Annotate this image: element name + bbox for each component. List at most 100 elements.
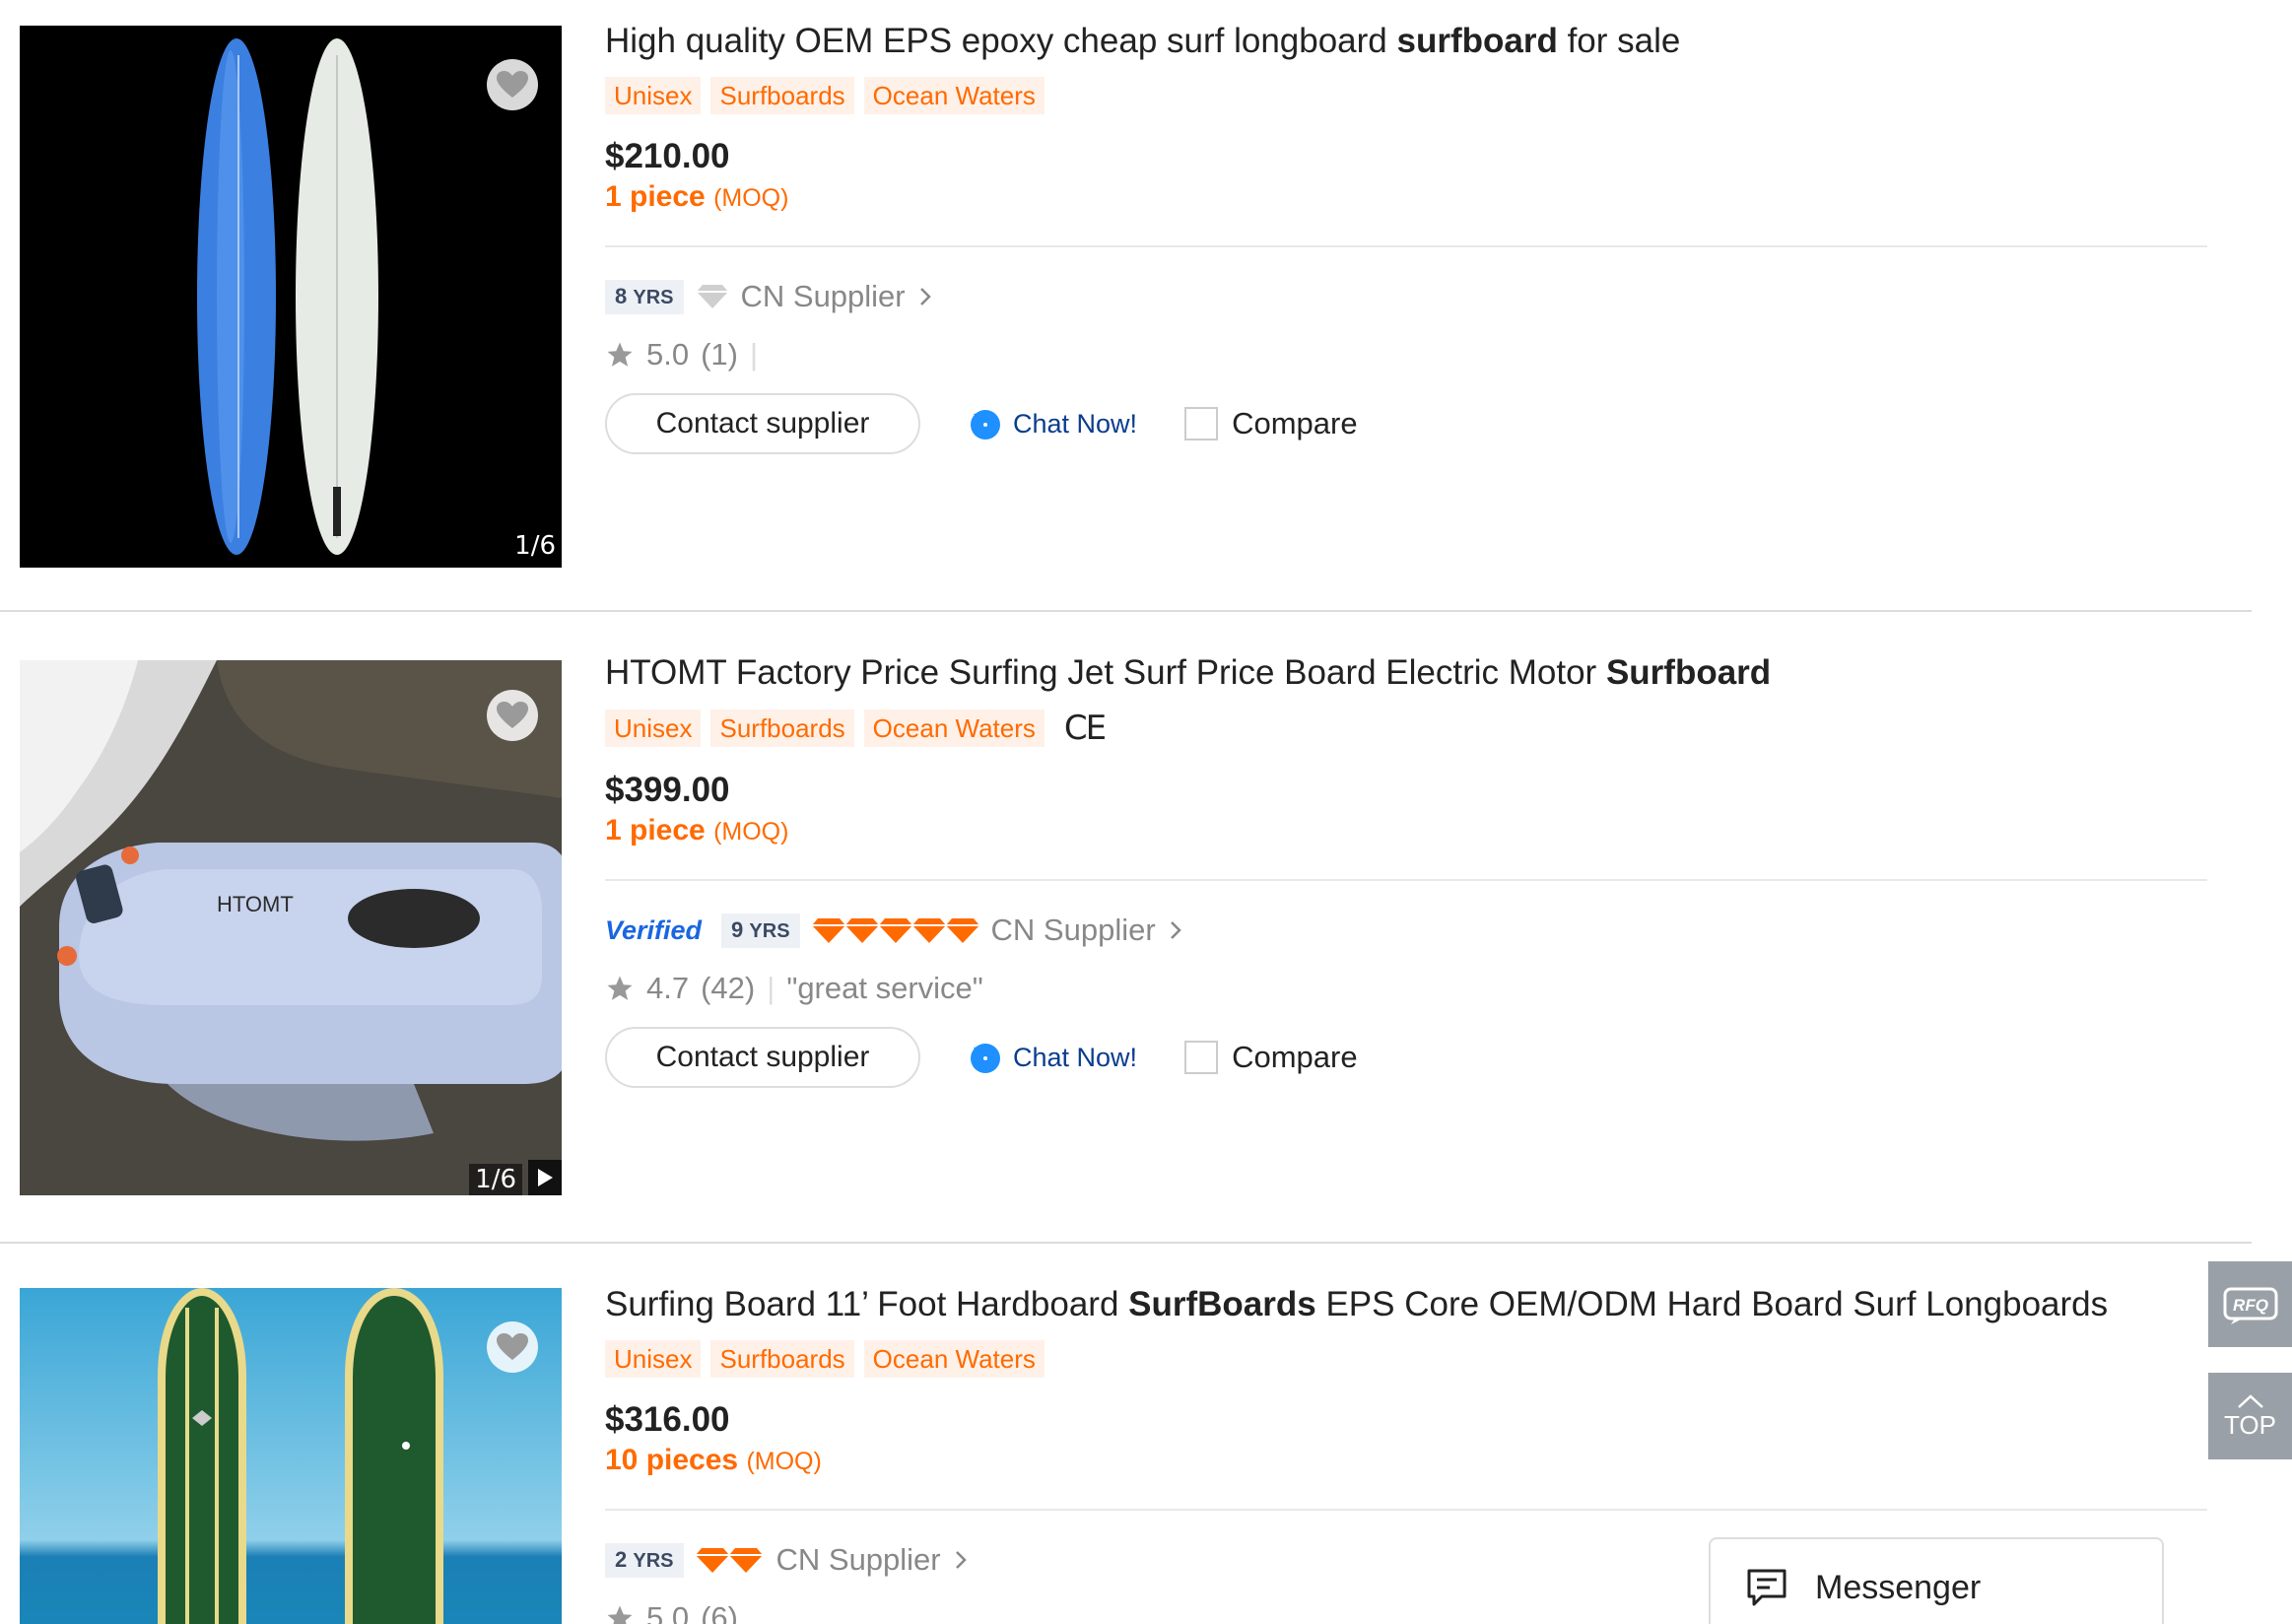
rfq-icon: RFQ [2223, 1287, 2277, 1324]
back-to-top-button[interactable]: TOP [2208, 1373, 2292, 1459]
chevron-right-icon[interactable] [917, 285, 933, 308]
contact-supplier-button[interactable]: Contact supplier [605, 393, 920, 454]
supplier-country[interactable]: CN Supplier [991, 913, 1156, 948]
years-badge: 8 YRS [605, 279, 684, 314]
title-keyword: surfboard [1396, 22, 1558, 60]
action-row: Contact supplier Chat Now! Compare [605, 393, 2207, 454]
product-image[interactable]: 1/6 [20, 26, 562, 568]
messenger-label: Messenger [1815, 1568, 1982, 1606]
price: $316.00 [605, 1400, 730, 1439]
rfq-button[interactable]: RFQ [2208, 1261, 2292, 1347]
tag-ocean-waters[interactable]: Ocean Waters [863, 1340, 1045, 1378]
tag-surfboards[interactable]: Surfboards [710, 1340, 854, 1378]
image-counter: 1/6 [469, 1164, 522, 1195]
review-count[interactable]: (6) [701, 1597, 738, 1624]
star-icon [607, 342, 633, 367]
tag-unisex[interactable]: Unisex [605, 710, 702, 747]
top-label: TOP [2224, 1409, 2276, 1440]
supplier-country[interactable]: CN Supplier [741, 279, 906, 314]
divider [605, 879, 2207, 881]
rating-score: 5.0 [646, 1600, 690, 1624]
tag-list: Unisex Surfboards Ocean Waters [605, 77, 2207, 114]
chat-now-link[interactable]: Chat Now! [968, 1040, 1137, 1075]
price: $210.00 [605, 137, 730, 175]
review-count[interactable]: (1) [701, 334, 738, 375]
play-video-icon[interactable] [528, 1160, 562, 1195]
chat-bubble-icon [971, 1044, 1000, 1073]
review-quote: "great service" [786, 971, 983, 1005]
surfboards-image [20, 26, 562, 568]
tag-ocean-waters[interactable]: Ocean Waters [863, 710, 1045, 747]
review-count[interactable]: (42) [701, 968, 755, 1009]
green-surfboards-image [20, 1288, 562, 1624]
compare-checkbox[interactable] [1184, 407, 1219, 440]
chat-now-label: Chat Now! [1013, 408, 1138, 439]
message-icon [1747, 1569, 1786, 1606]
supplier-diamond-rating-icon [811, 918, 979, 943]
contact-supplier-button[interactable]: Contact supplier [605, 1027, 920, 1088]
separator-bar: | [767, 971, 775, 1005]
image-counter: 1/6 [514, 531, 556, 561]
favorite-heart-icon[interactable] [487, 690, 538, 741]
ce-certification-icon: CE [1063, 709, 1107, 748]
tag-ocean-waters[interactable]: Ocean Waters [863, 77, 1045, 114]
title-text: High quality OEM EPS epoxy cheap surf lo… [605, 22, 1397, 60]
chat-now-label: Chat Now! [1013, 1042, 1138, 1072]
star-icon [607, 976, 633, 1000]
years-number: 9 [731, 916, 744, 942]
tag-unisex[interactable]: Unisex [605, 1340, 702, 1378]
compare-toggle[interactable]: Compare [1184, 1040, 1358, 1075]
compare-toggle[interactable]: Compare [1184, 406, 1358, 441]
supplier-diamond-rating-icon [695, 1548, 765, 1573]
divider [605, 1509, 2207, 1511]
favorite-heart-icon[interactable] [487, 1321, 538, 1373]
favorite-heart-icon[interactable] [487, 59, 538, 110]
chevron-right-icon[interactable] [953, 1548, 969, 1572]
product-title[interactable]: HTOMT Factory Price Surfing Jet Surf Pri… [605, 649, 2207, 697]
compare-checkbox[interactable] [1184, 1041, 1219, 1074]
product-info: HTOMT Factory Price Surfing Jet Surf Pri… [605, 649, 2207, 1088]
compare-label: Compare [1232, 406, 1358, 440]
moq: 1 piece (MOQ) [605, 177, 2207, 218]
moq-quantity: 1 piece [605, 814, 706, 846]
rating-score: 5.0 [646, 337, 690, 372]
tag-surfboards[interactable]: Surfboards [710, 710, 854, 747]
rating-row: 4.7 (42) | "great service" [605, 968, 2207, 1009]
verified-badge[interactable]: Verified [605, 915, 702, 946]
product-card: HTOMT 1/6 HTOMT Factory Price Surfing Je… [0, 612, 2252, 1244]
years-unit: YRS [633, 286, 674, 308]
moq-label: (MOQ) [746, 1448, 822, 1475]
title-text: EPS Core OEM/ODM Hard Board Surf Longboa… [1315, 1285, 2109, 1323]
divider [605, 245, 2207, 247]
rfq-label: RFQ [2233, 1296, 2268, 1315]
tag-list: Unisex Surfboards Ocean Waters [605, 1340, 2207, 1378]
years-number: 2 [615, 1546, 628, 1572]
title-text: HTOMT Factory Price Surfing Jet Surf Pri… [605, 653, 1606, 692]
product-title[interactable]: Surfing Board 11’ Foot Hardboard SurfBoa… [605, 1281, 2207, 1328]
title-text: Surfing Board 11’ Foot Hardboard [605, 1285, 1129, 1323]
supplier-country[interactable]: CN Supplier [776, 1542, 941, 1578]
rating-score: 4.7 [646, 971, 690, 1005]
product-card: 1/6 High quality OEM EPS epoxy cheap sur… [0, 0, 2252, 612]
title-keyword: SurfBoards [1128, 1285, 1316, 1323]
chevron-right-icon[interactable] [1168, 918, 1183, 942]
moq-label: (MOQ) [713, 818, 789, 846]
title-keyword: Surfboard [1605, 653, 1772, 692]
chat-bubble-icon [971, 410, 1000, 440]
product-image[interactable]: HTOMT 1/6 [20, 660, 562, 1195]
electric-surfboard-image: HTOMT [20, 660, 562, 1195]
product-image[interactable] [20, 1288, 562, 1624]
title-text: for sale [1557, 22, 1681, 60]
tag-unisex[interactable]: Unisex [605, 77, 702, 114]
image-brand-text: HTOMT [217, 892, 294, 916]
tag-surfboards[interactable]: Surfboards [710, 77, 854, 114]
messenger-button[interactable]: Messenger [1709, 1537, 2164, 1624]
moq-label: (MOQ) [713, 184, 789, 212]
product-title[interactable]: High quality OEM EPS epoxy cheap surf lo… [605, 18, 2207, 65]
separator-bar: | [750, 337, 759, 372]
years-badge: 2 YRS [605, 1542, 684, 1578]
moq-quantity: 10 pieces [605, 1444, 739, 1476]
tag-list: Unisex Surfboards Ocean Waters CE [605, 709, 2207, 748]
chat-now-link[interactable]: Chat Now! [968, 406, 1137, 441]
price: $399.00 [605, 771, 730, 809]
